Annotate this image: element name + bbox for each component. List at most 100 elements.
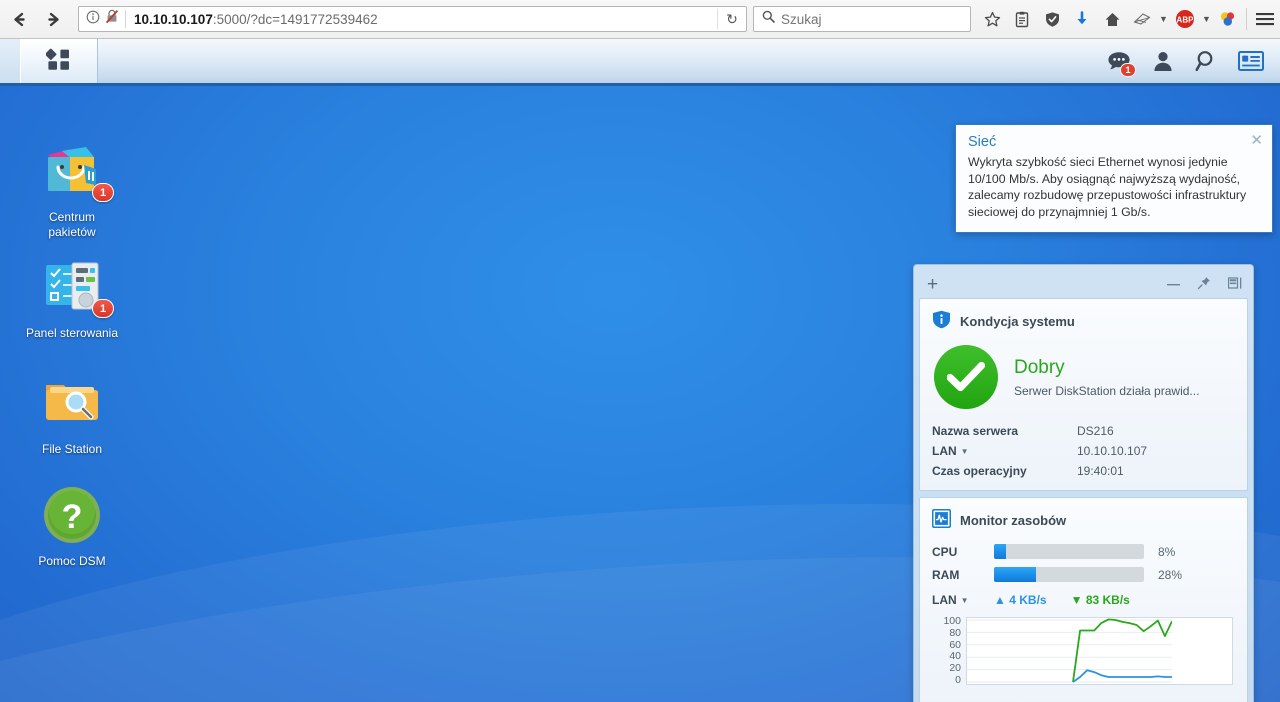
- download-arrow-icon: ▼: [1070, 593, 1083, 607]
- chevron-down-icon[interactable]: ▼: [1157, 14, 1170, 24]
- resource-monitor-widget: Monitor zasobów CPU 8% RAM 28% LAN ▼ ▲ 4 …: [919, 497, 1248, 702]
- row-key: Czas operacyjny: [932, 464, 1027, 478]
- layout-toggle-icon[interactable]: [1227, 276, 1242, 292]
- url-host: 10.10.10.107: [134, 11, 213, 27]
- flash-block-icon[interactable]: [1127, 4, 1157, 34]
- pin-icon[interactable]: [1197, 276, 1211, 292]
- hamburger-menu-icon[interactable]: [1250, 4, 1280, 34]
- chevron-down-icon[interactable]: ▼: [961, 596, 969, 605]
- downloads-icon[interactable]: [1067, 4, 1097, 34]
- upload-speed: ▲ 4 KB/s: [994, 593, 1047, 607]
- package-center-badge: 1: [92, 183, 114, 202]
- health-text-block: Dobry Serwer DiskStation działa prawid..…: [1014, 357, 1199, 398]
- back-arrow-icon[interactable]: [4, 4, 34, 34]
- system-health-title: Kondycja systemu: [960, 313, 1075, 329]
- home-icon[interactable]: [1097, 4, 1127, 34]
- dsm-desktop: 1 1 Centrum pakietów 1 Panel sterowania …: [0, 39, 1280, 702]
- identity-box[interactable]: [79, 9, 125, 29]
- file-station-icon: [40, 371, 104, 435]
- download-speed-text: 83 KB/s: [1085, 593, 1130, 607]
- search-icon: [762, 10, 775, 28]
- health-check-circle: [934, 345, 998, 409]
- search-icon[interactable]: [1190, 39, 1224, 83]
- notification-popup: ✕ Sieć Wykryta szybkość sieci Ethernet w…: [955, 124, 1273, 233]
- add-widget-button[interactable]: +: [927, 275, 938, 294]
- resource-monitor-title-row: Monitor zasobów: [920, 498, 1247, 534]
- svg-text:ABP: ABP: [1177, 16, 1195, 25]
- row-key-label: LAN: [932, 444, 957, 458]
- control-panel-badge: 1: [92, 299, 114, 318]
- notification-title: Sieć: [968, 134, 997, 150]
- chart-y-tick: 80: [949, 626, 961, 639]
- ram-label: RAM: [932, 567, 960, 582]
- resource-monitor-icon: [931, 508, 952, 531]
- desktop-icon-label-2: Panel sterowania: [25, 326, 119, 340]
- adblock-plus-icon[interactable]: ABP: [1170, 4, 1200, 34]
- info-shield-icon: [932, 310, 951, 332]
- svg-text:?: ?: [62, 498, 83, 536]
- reload-icon[interactable]: ↻: [718, 11, 746, 28]
- widget-panel-controls: [1167, 276, 1242, 292]
- desktop-icon-control-panel[interactable]: 1 Panel sterowania: [12, 255, 132, 341]
- cpu-progress-bar: [994, 544, 1144, 559]
- row-value: 10.10.10.107: [1077, 444, 1148, 458]
- cpu-label: CPU: [932, 544, 958, 559]
- shield-icon[interactable]: [1037, 4, 1067, 34]
- chart-plot-area: [966, 617, 1233, 685]
- dsm-taskbar: 1: [0, 39, 1280, 86]
- desktop-icon-dsm-help[interactable]: ? Pomoc DSM: [12, 483, 132, 569]
- dsm-help-icon: ?: [40, 483, 104, 547]
- notifications-badge: 1: [1120, 63, 1136, 77]
- chart-y-tick: 60: [949, 638, 961, 651]
- main-menu-button[interactable]: [20, 39, 98, 83]
- chevron-down-icon[interactable]: ▼: [961, 447, 969, 456]
- desktop-icon-label-3: File Station: [41, 442, 103, 456]
- toolbar-divider: [1246, 8, 1247, 30]
- chevron-down-icon-2[interactable]: ▼: [1200, 14, 1213, 24]
- browser-search-box[interactable]: [753, 6, 971, 32]
- health-description: Serwer DiskStation działa prawid...: [1014, 383, 1200, 398]
- chart-y-tick: 40: [949, 650, 961, 663]
- info-circle-icon[interactable]: [86, 10, 100, 29]
- extension-colors-icon[interactable]: [1213, 4, 1243, 34]
- control-panel-icon: 1: [40, 255, 114, 319]
- reading-list-icon[interactable]: [1007, 4, 1037, 34]
- search-input[interactable]: [781, 11, 962, 27]
- url-text[interactable]: 10.10.10.107:5000/?dc=1491772539462: [126, 12, 717, 27]
- download-speed: ▼ 83 KB/s: [1071, 593, 1130, 607]
- row-value: DS216: [1077, 424, 1114, 438]
- taskbar-left-edge: [0, 39, 20, 83]
- ram-percent: 28%: [1158, 567, 1183, 582]
- lan-label[interactable]: LAN ▼: [932, 593, 994, 607]
- row-key[interactable]: LAN ▼: [932, 444, 1077, 458]
- app-grid-icon: [45, 46, 72, 77]
- minimize-button[interactable]: [1167, 278, 1180, 291]
- upload-arrow-icon: ▲: [994, 593, 1006, 607]
- cpu-row: CPU 8%: [920, 540, 1247, 563]
- bookmark-star-icon[interactable]: [977, 4, 1007, 34]
- table-row: Czas operacyjny 19:40:01: [920, 461, 1247, 481]
- chart-y-tick: 20: [949, 662, 961, 675]
- address-bar[interactable]: 10.10.10.107:5000/?dc=1491772539462 ↻: [78, 6, 747, 32]
- chart-y-tick: 0: [955, 673, 961, 686]
- desktop-icon-file-station[interactable]: File Station: [12, 371, 132, 457]
- forward-arrow-icon[interactable]: [38, 4, 68, 34]
- user-account-icon[interactable]: [1146, 39, 1180, 83]
- widgets-icon[interactable]: [1234, 39, 1268, 83]
- notification-body: Wykryta szybkość sieci Ethernet wynosi j…: [968, 155, 1247, 219]
- notifications-icon[interactable]: 1: [1102, 39, 1136, 83]
- desktop-icon-package-center[interactable]: 1 Centrum pakietów: [12, 139, 132, 240]
- chart-y-axis: 100 80 60 40 20 0: [932, 615, 966, 686]
- desktop-icon-label: Centrum pakietów: [48, 210, 96, 239]
- row-key: Nazwa serwera: [932, 424, 1019, 438]
- ram-progress-bar: [994, 567, 1144, 582]
- chart-y-tick: 100: [943, 615, 961, 627]
- close-icon[interactable]: ✕: [1250, 133, 1263, 148]
- taskbar-spacer: [98, 39, 1102, 83]
- system-health-widget: Kondycja systemu Dobry Serwer DiskStatio…: [919, 298, 1248, 491]
- upload-speed-text: 4 KB/s: [1009, 593, 1047, 607]
- cpu-percent: 8%: [1158, 544, 1176, 559]
- broken-lock-icon[interactable]: [105, 9, 119, 29]
- table-row: LAN ▼ 10.10.10.107: [920, 441, 1247, 461]
- widget-panel-header: +: [919, 270, 1248, 298]
